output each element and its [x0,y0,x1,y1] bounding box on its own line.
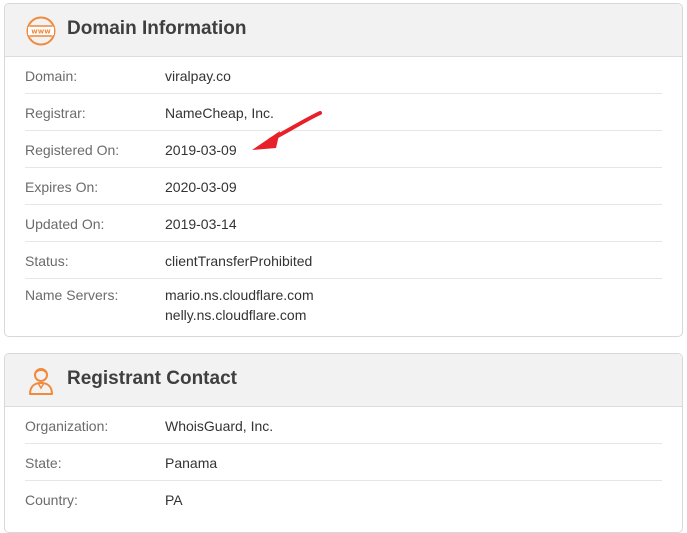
row-label: Updated On: [25,216,105,232]
row-label: Name Servers: [25,287,119,303]
panel-title: Domain Information [67,18,247,39]
row-label: Country: [25,492,78,508]
row-value: 2020-03-09 [165,179,237,195]
svg-text:www: www [31,28,51,36]
registrant-contact-panel: Registrant Contact Organization: WhoisGu… [4,353,683,533]
row-value: PA [165,492,183,508]
row-value-list: mario.ns.cloudflare.com nelly.ns.cloudfl… [165,285,314,325]
row-status: Status: clientTransferProhibited [25,242,662,279]
row-label: Organization: [25,418,109,434]
name-server: nelly.ns.cloudflare.com [165,307,307,323]
row-label: State: [25,455,62,471]
registrant-rows: Organization: WhoisGuard, Inc. State: Pa… [25,407,662,518]
row-domain: Domain: viralpay.co [25,57,662,94]
row-label: Status: [25,253,69,269]
row-state: State: Panama [25,444,662,481]
row-value: viralpay.co [165,68,231,84]
row-label: Registered On: [25,142,120,158]
row-name-servers: Name Servers: mario.ns.cloudflare.com ne… [25,279,662,327]
domain-info-rows: Domain: viralpay.co Registrar: NameCheap… [25,57,662,327]
domain-information-panel: www Domain Information Domain: viralpay.… [4,3,683,337]
row-label: Domain: [25,68,78,84]
annotation-arrow [252,111,322,150]
row-country: Country: PA [25,481,662,518]
row-value: WhoisGuard, Inc. [165,418,274,434]
row-value: 2019-03-09 [165,142,237,158]
row-registered-on: Registered On: 2019-03-09 [25,131,662,168]
registrant-contact-header: Registrant Contact [5,354,682,407]
www-globe-icon: www [26,16,56,46]
row-registrar: Registrar: NameCheap, Inc. [25,94,662,131]
panel-title: Registrant Contact [67,368,237,389]
row-value: Panama [165,455,218,471]
row-expires-on: Expires On: 2020-03-09 [25,168,662,205]
domain-information-header: www Domain Information [5,4,682,57]
row-label: Registrar: [25,105,86,121]
name-server: mario.ns.cloudflare.com [165,287,314,303]
row-value: 2019-03-14 [165,216,237,232]
row-value: clientTransferProhibited [165,253,313,269]
row-label: Expires On: [25,179,99,195]
person-icon [29,368,53,395]
row-updated-on: Updated On: 2019-03-14 [25,205,662,242]
row-organization: Organization: WhoisGuard, Inc. [25,407,662,444]
